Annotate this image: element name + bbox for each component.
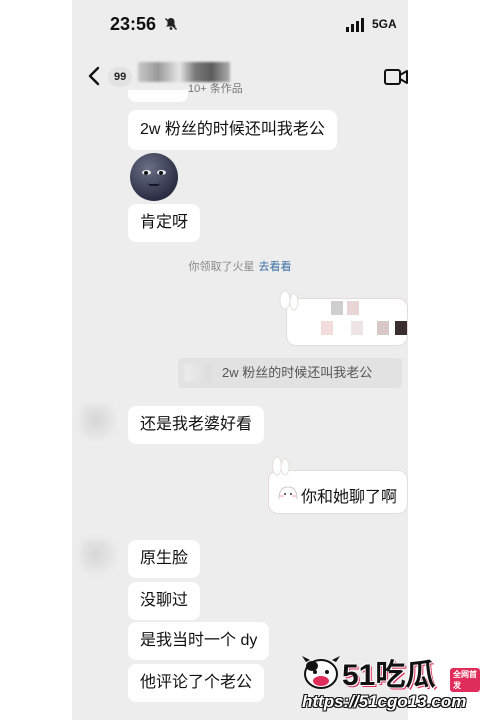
- redacted-pixel: [351, 321, 363, 335]
- bunny-ears-icon: [278, 290, 300, 316]
- message-bubble[interactable]: 他评论了个老公: [128, 664, 265, 702]
- back-arrow-icon[interactable]: [86, 64, 104, 88]
- system-notice-text: 你领取了火星: [188, 261, 255, 273]
- message-bubble[interactable]: 2w 粉丝的时候还叫我老公: [128, 110, 337, 150]
- contact-subtitle: 10+ 条作品: [188, 83, 243, 95]
- message-bubble[interactable]: 还是我老婆好看: [128, 406, 265, 444]
- watermark: 51吃瓜 全网首发 https://51cgo13.com: [300, 648, 480, 720]
- message-text: 还是我老婆好看: [140, 416, 253, 433]
- cow-mascot-icon: [300, 652, 342, 692]
- message-text: 肯定呀: [140, 214, 189, 231]
- redacted-pixel: [395, 321, 407, 335]
- avatar-redacted[interactable]: [80, 404, 120, 444]
- message-bubble-cutoff: [128, 90, 188, 102]
- mute-bell-icon: [164, 17, 178, 34]
- brand-tag: 全网首发: [450, 668, 480, 692]
- avatar-redacted[interactable]: [80, 538, 120, 578]
- quote-author-redacted: [184, 364, 212, 382]
- message-text: 2w 粉丝的时候还叫我老公: [140, 121, 325, 138]
- message-bubble[interactable]: 肯定呀: [128, 204, 201, 242]
- bunny-ears-icon: [270, 454, 292, 480]
- contact-name-redacted[interactable]: [138, 62, 230, 82]
- message-bubble[interactable]: 是我当时一个 dy: [128, 622, 270, 660]
- quote-text: 2w 粉丝的时候还叫我老公: [222, 365, 373, 380]
- message-text: 是我当时一个 dy: [140, 632, 258, 649]
- redacted-pixel: [321, 321, 333, 335]
- message-bubble[interactable]: 原生脸: [128, 540, 201, 578]
- quoted-message[interactable]: 2w 粉丝的时候还叫我老公: [178, 358, 402, 388]
- bunny-face-icon: [277, 485, 299, 501]
- status-bar: 23:56 5GA: [72, 0, 408, 52]
- redacted-pixel: [331, 301, 343, 315]
- message-text: 没聊过: [140, 592, 189, 609]
- unread-badge[interactable]: 99: [108, 67, 133, 87]
- signal-icon: [346, 18, 368, 32]
- chat-header: 99 10+ 条作品: [72, 58, 408, 98]
- moon-face-sticker[interactable]: [130, 153, 178, 201]
- message-text: 他评论了个老公: [140, 674, 253, 691]
- redacted-pixel: [377, 321, 389, 335]
- brand-logo-text: 51吃瓜: [342, 659, 436, 692]
- view-link[interactable]: 去看看: [259, 261, 292, 273]
- message-bubble[interactable]: 没聊过: [128, 582, 201, 620]
- message-bubble-redacted[interactable]: [286, 298, 408, 346]
- video-call-icon[interactable]: [384, 68, 408, 86]
- status-time: 23:56: [110, 14, 157, 34]
- chat-screen: 23:56 5GA 99 10+ 条作品 2w 粉丝的时候还叫我老公 肯定呀 你…: [72, 0, 408, 720]
- redacted-pixel: [347, 301, 359, 315]
- message-text: 原生脸: [140, 550, 189, 567]
- network-label: 5GA: [372, 17, 397, 31]
- message-text: 你和她聊了啊: [301, 489, 398, 506]
- system-notice: 你领取了火星 去看看: [72, 258, 408, 274]
- watermark-url: https://51cgo13.com: [302, 692, 467, 711]
